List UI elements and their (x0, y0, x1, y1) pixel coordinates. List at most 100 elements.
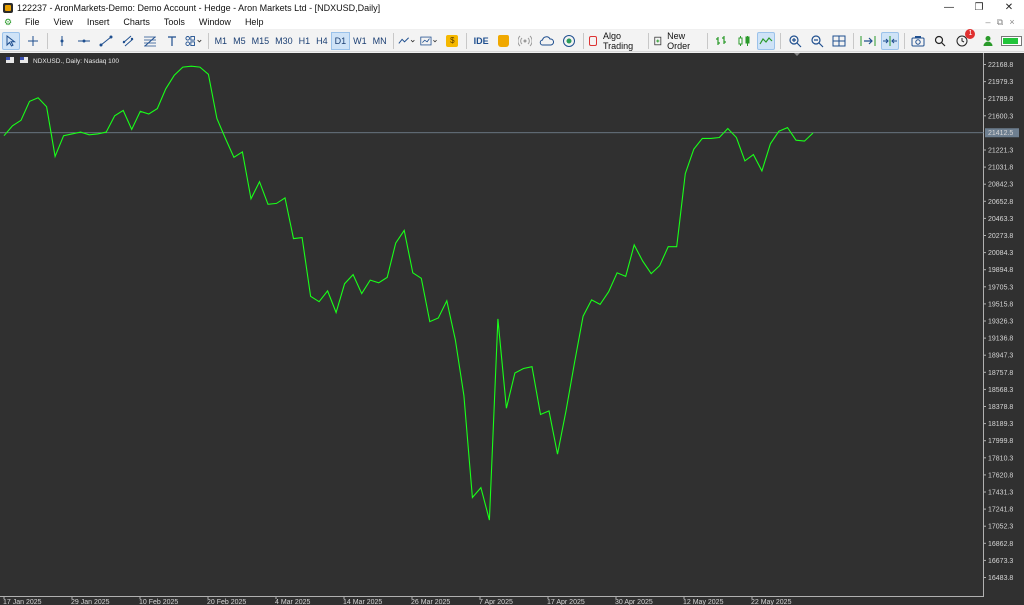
candle-chart-icon[interactable] (735, 32, 753, 50)
timeframe-mn[interactable]: MN (370, 32, 390, 50)
price-tick-label: 21789.8 (988, 96, 1013, 103)
time-tick-label: 17 Jan 2025 (3, 599, 42, 605)
signal-strength-icon (1001, 32, 1022, 50)
toolbar-separator (207, 32, 209, 49)
price-tick-label: 22168.8 (988, 62, 1013, 69)
time-tick-label: 7 Apr 2025 (479, 599, 513, 605)
price-tick-label: 18378.8 (988, 404, 1013, 411)
timeframe-m5[interactable]: M5 (230, 32, 249, 50)
menu-insert[interactable]: Insert (80, 17, 117, 27)
minimize-button[interactable]: — (934, 0, 964, 15)
vps-icon[interactable] (560, 32, 578, 50)
price-tick-label: 17052.3 (988, 524, 1013, 531)
profile-icon[interactable] (979, 32, 997, 50)
toolbar-separator (852, 32, 854, 49)
chart-window[interactable]: NDXUSD., Daily: Nasdaq 100 22168.8 21979.… (0, 53, 1024, 605)
menu-charts[interactable]: Charts (116, 17, 157, 27)
signals-icon[interactable] (516, 32, 534, 50)
window-title: 122237 - AronMarkets-Demo: Demo Account … (17, 2, 381, 13)
toolbar-separator (466, 32, 468, 49)
terminal-menu-icon[interactable]: ⚙ (4, 17, 14, 27)
timeframe-m1[interactable]: M1 (212, 32, 231, 50)
price-tick-label: 21979.3 (988, 79, 1013, 86)
price-tick-label: 21031.8 (988, 165, 1013, 172)
menu-help[interactable]: Help (238, 17, 271, 27)
bag-icon[interactable] (494, 32, 512, 50)
toolbar-separator (903, 32, 905, 49)
channel-icon[interactable] (119, 32, 137, 50)
time-tick-label: 4 Mar 2025 (275, 599, 311, 605)
tile-windows-icon[interactable] (830, 32, 848, 50)
timeframe-m15[interactable]: M15 (249, 32, 273, 50)
cloud-icon[interactable] (538, 32, 556, 50)
templates-icon[interactable] (420, 32, 439, 50)
current-price-tag: 21412.5 (985, 128, 1019, 138)
timeframe-d1[interactable]: D1 (330, 31, 351, 50)
screenshot-icon[interactable] (909, 32, 927, 50)
menu-view[interactable]: View (47, 17, 80, 27)
timeframe-m30[interactable]: M30 (272, 32, 296, 50)
toolbar-separator (648, 32, 649, 49)
chart-close-button[interactable]: × (1006, 15, 1018, 29)
algo-trading-label: Algo Trading (602, 30, 634, 51)
ide-button[interactable]: IDE (472, 32, 490, 50)
price-tick-label: 21221.3 (988, 148, 1013, 155)
price-tick-label: 19326.3 (988, 319, 1013, 326)
algo-stop-icon (588, 35, 597, 46)
shapes-icon[interactable] (185, 32, 203, 50)
time-tick-label: 26 Mar 2025 (411, 599, 450, 605)
line-chart-icon[interactable] (757, 31, 776, 50)
scroll-icon[interactable] (859, 32, 877, 50)
toolbar-separator (780, 32, 781, 49)
vertical-line-icon[interactable] (53, 32, 71, 50)
price-tick-label: 18189.3 (988, 421, 1013, 428)
market-icon[interactable]: $ (443, 32, 461, 50)
bar-chart-icon[interactable] (713, 32, 731, 50)
menu-file[interactable]: File (18, 17, 47, 27)
price-tick-label: 21600.3 (988, 113, 1013, 120)
new-order-button[interactable]: New Order (654, 30, 703, 51)
notifications-icon[interactable]: 1 (953, 28, 976, 50)
text-icon[interactable] (163, 32, 181, 50)
zoom-in-icon[interactable] (786, 32, 804, 50)
chart-restore-button[interactable]: ⧉ (994, 15, 1006, 29)
horizontal-line-icon[interactable] (75, 32, 93, 50)
chart-minimize-button[interactable]: – (982, 15, 994, 29)
search-icon[interactable] (931, 32, 949, 50)
time-tick-label: 17 Apr 2025 (547, 599, 585, 605)
price-tick-label: 17431.3 (988, 490, 1013, 497)
timeframe-h4[interactable]: H4 (313, 32, 331, 50)
new-order-label: New Order (667, 30, 691, 51)
cursor-icon[interactable] (2, 31, 20, 50)
menu-tools[interactable]: Tools (157, 17, 192, 27)
chart-window-controls: – ⧉ × (982, 15, 1018, 29)
timeframe-h1[interactable]: H1 (296, 32, 314, 50)
zoom-out-icon[interactable] (808, 32, 826, 50)
trend-line-icon[interactable] (97, 32, 115, 50)
maximize-button[interactable]: ❐ (964, 0, 994, 15)
ide-label: IDE (473, 35, 489, 46)
menu-bar: ⚙ File View Insert Charts Tools Window H… (0, 15, 1024, 29)
toolbar: M1 M5 M15 M30 H1 H4 D1 W1 MN $ IDE Algo … (0, 28, 1024, 52)
timeframe-w1[interactable]: W1 (350, 32, 370, 50)
title-bar: 122237 - AronMarkets-Demo: Demo Account … (0, 0, 1024, 15)
price-tick-label: 19136.8 (988, 336, 1013, 343)
time-tick-label: 29 Jan 2025 (71, 599, 110, 605)
price-tick-label: 16862.8 (988, 541, 1013, 548)
price-chart[interactable]: NDXUSD., Daily: Nasdaq 100 22168.8 21979.… (0, 53, 1024, 605)
indicators-icon[interactable] (398, 32, 416, 50)
algo-trading-button[interactable]: Algo Trading (588, 30, 643, 51)
autoscroll-icon[interactable] (880, 31, 899, 50)
price-tick-label: 18757.8 (988, 370, 1013, 377)
app-icon (3, 2, 13, 13)
price-tick-label: 16483.8 (988, 575, 1013, 582)
menu-window[interactable]: Window (192, 17, 238, 27)
fibonacci-icon[interactable] (141, 32, 159, 50)
price-tick-label: 18947.3 (988, 353, 1013, 360)
crosshair-icon[interactable] (24, 32, 42, 50)
price-tick-label: 16673.3 (988, 558, 1013, 565)
price-tick-label: 20273.8 (988, 233, 1013, 240)
close-button[interactable]: ✕ (994, 0, 1024, 15)
current-price-label: 21412.5 (988, 130, 1013, 137)
toolbar-separator (583, 32, 584, 49)
